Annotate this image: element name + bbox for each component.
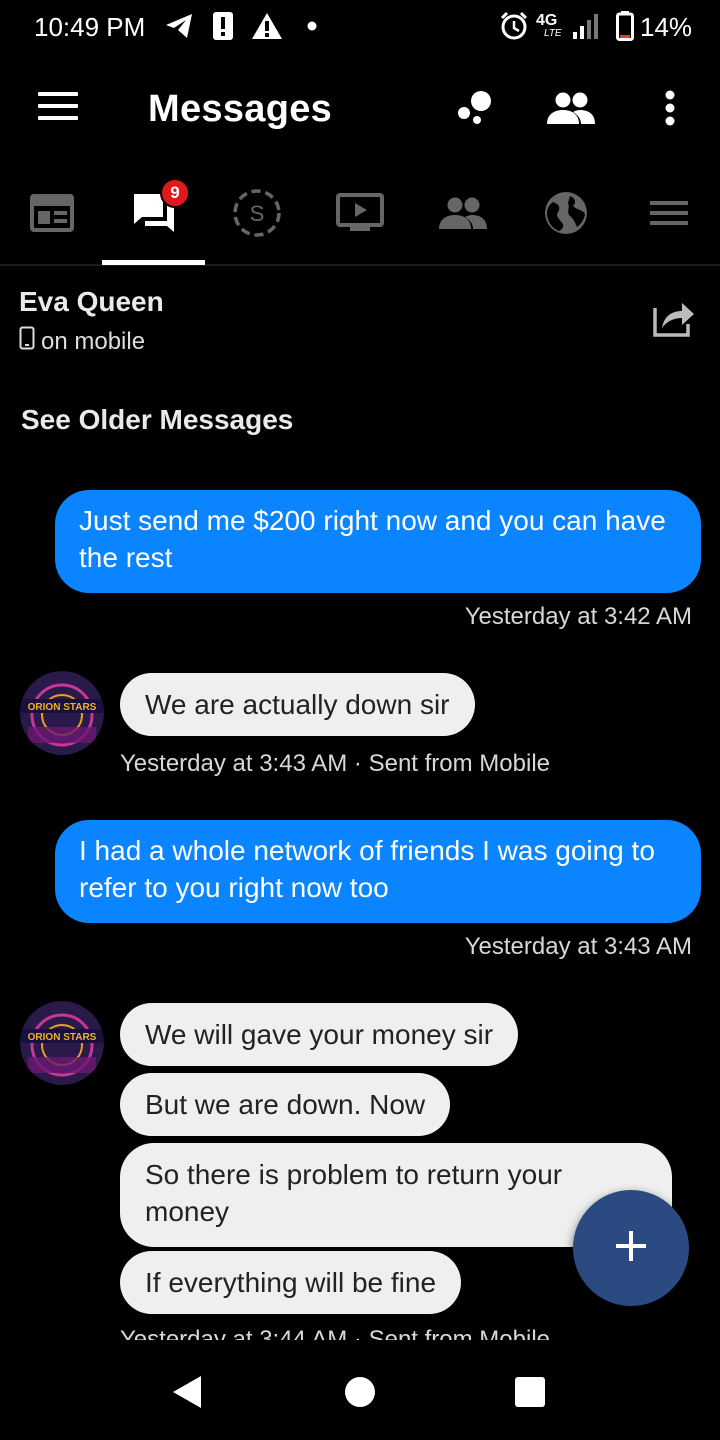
- message-timestamp: Yesterday at 3:44 AM · Sent from Mobile: [120, 1326, 550, 1340]
- network-label: 4G: [536, 12, 558, 29]
- incoming-message-bubble[interactable]: We will gave your money sir: [120, 1003, 519, 1066]
- network-sublabel: LTE: [544, 28, 562, 39]
- svg-text:S: S: [249, 201, 264, 226]
- tab-messages[interactable]: [102, 164, 205, 266]
- avatar[interactable]: ORION STARS: [20, 671, 104, 755]
- status-bar: 10:49 PM 4G LTE 14%: [0, 0, 720, 54]
- friends-icon: [438, 196, 488, 235]
- presence-text: on mobile: [41, 327, 146, 355]
- share-icon[interactable]: [652, 298, 696, 342]
- tab-friends[interactable]: [411, 164, 514, 266]
- people-icon[interactable]: [545, 84, 597, 132]
- presence-status: on mobile: [19, 326, 145, 357]
- dot-icon: [304, 10, 320, 42]
- avatar[interactable]: ORION STARS: [20, 1001, 104, 1085]
- telegram-icon: [162, 10, 196, 42]
- plus-icon: [614, 1229, 648, 1268]
- network-type: 4G LTE: [536, 10, 570, 42]
- outgoing-message-bubble[interactable]: Just send me $200 right now and you can …: [55, 490, 701, 593]
- recents-icon[interactable]: [508, 1370, 552, 1414]
- incoming-message-bubble[interactable]: We are actually down sir: [120, 673, 475, 736]
- home-icon[interactable]: [338, 1370, 382, 1414]
- outgoing-message-bubble[interactable]: I had a whole network of friends I was g…: [55, 820, 701, 923]
- svg-text:ORION STARS: ORION STARS: [28, 1032, 97, 1043]
- message-timestamp: Yesterday at 3:42 AM: [464, 603, 692, 630]
- mobile-phone-icon: [19, 326, 35, 357]
- dollar-circle-icon: S: [232, 188, 282, 243]
- back-icon[interactable]: [164, 1370, 208, 1414]
- warning-icon: [250, 10, 284, 42]
- battery-icon: [614, 10, 636, 42]
- more-vert-icon[interactable]: [644, 84, 696, 132]
- tab-watch[interactable]: [308, 164, 411, 266]
- system-nav-bar: [0, 1340, 720, 1440]
- signal-icon: [570, 10, 602, 42]
- alarm-icon: [498, 10, 530, 42]
- message-timestamp: Yesterday at 3:43 AM: [464, 933, 692, 960]
- tab-strip: S: [0, 164, 720, 266]
- app-bar: Messages: [0, 54, 720, 164]
- message-timestamp-clip: Yesterday at 3:44 AM · Sent from Mobile: [0, 1322, 720, 1340]
- tab-globe[interactable]: [514, 164, 617, 266]
- svg-text:ORION STARS: ORION STARS: [28, 702, 97, 713]
- conversation-header: Eva Queen on mobile: [0, 268, 720, 378]
- globe-icon: [543, 190, 589, 241]
- status-time: 10:49 PM: [34, 12, 146, 42]
- battery-percent: 14%: [640, 12, 693, 42]
- hamburger-menu-icon[interactable]: [38, 90, 78, 122]
- tab-news-feed[interactable]: [0, 164, 103, 266]
- bubbles-icon[interactable]: [446, 84, 498, 132]
- active-tab-indicator: [102, 260, 205, 265]
- new-message-button[interactable]: [573, 1190, 689, 1306]
- unread-badge: 9: [160, 178, 190, 208]
- tab-payments[interactable]: S: [205, 164, 308, 266]
- incoming-message-bubble[interactable]: If everything will be fine: [120, 1251, 462, 1314]
- page-title: Messages: [148, 88, 333, 130]
- contact-name[interactable]: Eva Queen: [19, 286, 164, 318]
- tab-menu[interactable]: [617, 164, 720, 266]
- menu-icon: [649, 198, 689, 233]
- alert-square-icon: [210, 10, 236, 42]
- video-icon: [335, 192, 384, 238]
- incoming-message-bubble[interactable]: But we are down. Now: [120, 1073, 451, 1136]
- message-timestamp: Yesterday at 3:43 AM · Sent from Mobile: [120, 750, 550, 777]
- newsfeed-icon: [29, 193, 74, 237]
- see-older-messages-link[interactable]: See Older Messages: [21, 404, 293, 436]
